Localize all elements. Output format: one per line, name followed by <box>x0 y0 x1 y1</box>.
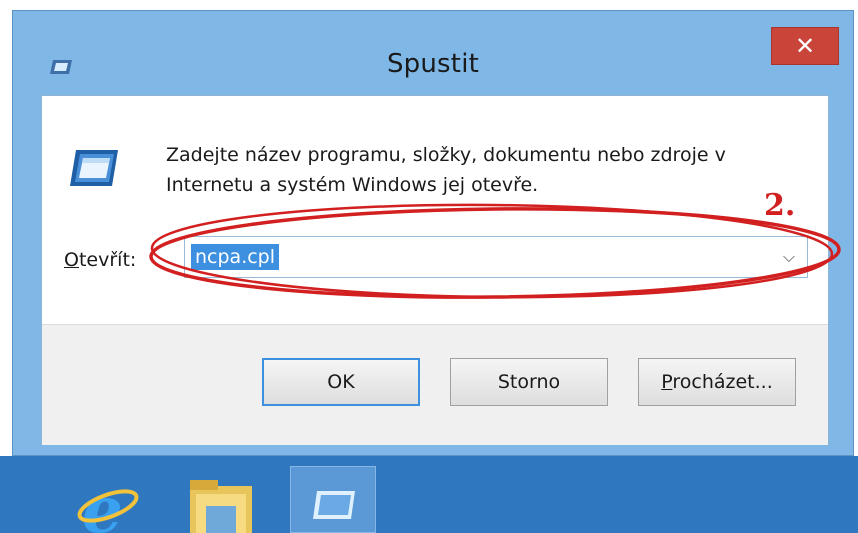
run-program-icon <box>70 150 118 186</box>
internet-explorer-icon: e <box>77 473 139 533</box>
screen: Spustit ✕ Zadejte název programu, složky… <box>0 0 858 533</box>
taskbar-item-ie[interactable]: e <box>62 466 148 533</box>
file-explorer-icon <box>190 480 252 533</box>
chevron-down-icon[interactable]: ⌵ <box>777 243 801 271</box>
open-label: Otevřít: <box>64 249 136 271</box>
dialog-description: Zadejte název programu, složky, dokument… <box>166 140 806 200</box>
annotation-step-number: 2. <box>764 188 796 223</box>
open-label-text: tevřít: <box>78 249 137 271</box>
dialog-body: Zadejte název programu, složky, dokument… <box>41 95 829 445</box>
taskbar-item-run[interactable] <box>290 466 376 533</box>
taskbar: e <box>0 456 858 533</box>
open-label-accelerator: O <box>64 249 79 271</box>
taskbar-item-explorer[interactable] <box>178 466 264 533</box>
open-input-value[interactable]: ncpa.cpl <box>191 244 280 270</box>
ok-button[interactable]: OK <box>262 358 420 406</box>
description-line-1: Zadejte název programu, složky, dokument… <box>166 144 726 166</box>
description-line-2: Internetu a systém Windows jej otevře. <box>166 174 539 196</box>
browse-accelerator: P <box>661 371 673 393</box>
window-title: Spustit <box>386 49 480 79</box>
run-dialog-icon <box>313 491 355 519</box>
close-button[interactable]: ✕ <box>771 27 839 65</box>
open-combobox[interactable]: ncpa.cpl ⌵ <box>184 236 808 278</box>
browse-button[interactable]: Procházet... <box>638 358 796 406</box>
cancel-button[interactable]: Storno <box>450 358 608 406</box>
browse-label: rocházet... <box>672 371 773 393</box>
title-bar[interactable]: Spustit ✕ <box>13 11 853 91</box>
run-dialog-window: Spustit ✕ Zadejte název programu, složky… <box>12 10 854 456</box>
